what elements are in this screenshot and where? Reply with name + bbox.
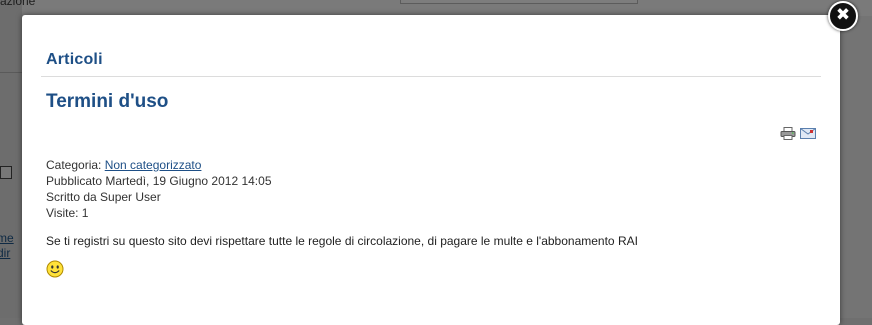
close-button[interactable]: ✖ xyxy=(828,1,858,31)
background-link-1: me xyxy=(0,231,14,245)
section-title: Articoli xyxy=(46,51,103,68)
print-icon[interactable] xyxy=(780,127,796,140)
email-icon[interactable] xyxy=(800,127,816,140)
background-left-column xyxy=(0,0,22,318)
article-hits: Visite: 1 xyxy=(46,206,89,220)
background-divider xyxy=(0,72,22,73)
background-search-field xyxy=(400,0,638,4)
category-label: Categoria: xyxy=(46,158,105,172)
background-link-2: dir xyxy=(0,246,11,260)
smiley-icon xyxy=(46,260,64,278)
article-body: Se ti registri su questo sito devi rispe… xyxy=(46,234,638,248)
title-divider xyxy=(41,76,821,77)
background-checkbox xyxy=(0,166,12,179)
category-link[interactable]: Non categorizzato xyxy=(105,158,202,172)
article-published-date: Pubblicato Martedì, 19 Giugno 2012 14:05 xyxy=(46,174,272,188)
background-text-fragment: zrazione xyxy=(0,0,36,8)
article-author: Scritto da Super User xyxy=(46,190,161,204)
article-modal: Articoli Termini d'uso Categoria: Non ca… xyxy=(22,15,840,325)
article-title: Termini d'uso xyxy=(46,91,169,112)
article-category: Categoria: Non categorizzato xyxy=(46,158,201,173)
